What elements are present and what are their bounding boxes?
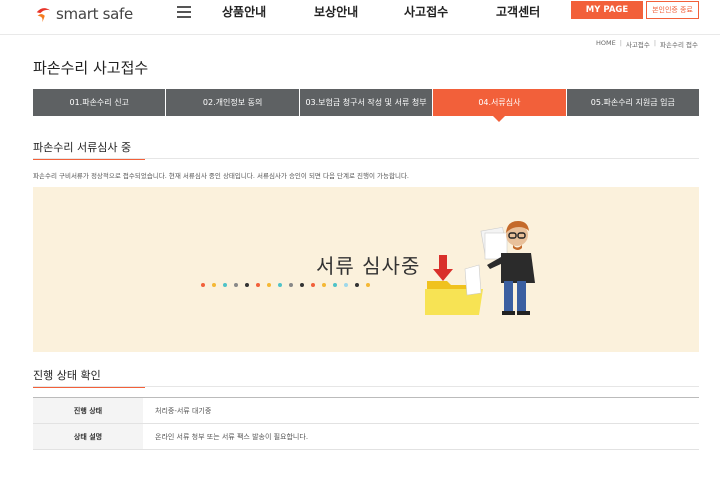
logo[interactable]: smart safe <box>34 4 133 24</box>
header-divider <box>0 34 720 35</box>
progress-dot <box>355 283 359 287</box>
table-row: 상태 설명 온라인 서류 청부 또는 서류 팩스 발송이 필요합니다. <box>33 424 699 450</box>
progress-dot <box>267 283 271 287</box>
step-2: 02.개인정보 동의 <box>166 89 300 116</box>
breadcrumb-current: 파손수리 접수 <box>660 41 698 49</box>
nav-accident-report[interactable]: 사고접수 <box>404 3 448 20</box>
row-label: 진행 상태 <box>33 398 143 423</box>
progress-dot <box>366 283 370 287</box>
breadcrumb-accident[interactable]: 사고접수 <box>626 39 650 49</box>
progress-dot <box>223 283 227 287</box>
section-divider <box>33 158 699 159</box>
review-section-title-text: 파손수리 서류심사 중 <box>33 141 132 154</box>
header: smart safe 상품안내 보상안내 사고접수 고객센터 MY PAGE 본… <box>0 0 720 34</box>
mypage-button[interactable]: MY PAGE <box>571 1 643 19</box>
step-navigation: 01.파손수리 신고 02.개인정보 동의 03.보험금 청구서 작성 및 서류… <box>33 89 700 122</box>
progress-dot <box>300 283 304 287</box>
breadcrumb: HOME | 사고접수 | 파손수리 접수 <box>596 39 698 49</box>
step-4-active: 04.서류심사 <box>433 89 567 122</box>
progress-dot <box>201 283 205 287</box>
table-row: 진행 상태 처리중-서류 대기중 <box>33 398 699 424</box>
breadcrumb-separator: | <box>619 39 622 47</box>
progress-dot <box>289 283 293 287</box>
breadcrumb-home[interactable]: HOME <box>596 39 616 49</box>
nav-customer-center[interactable]: 고객센터 <box>496 3 540 20</box>
progress-dot <box>322 283 326 287</box>
logo-text: smart safe <box>56 5 133 23</box>
progress-dot <box>311 283 315 287</box>
progress-dot <box>212 283 216 287</box>
person-icon <box>480 221 535 315</box>
progress-dot <box>256 283 260 287</box>
review-description: 파손수리 구비서류가 정상적으로 접수되었습니다. 현재 서류심사 중인 상태입… <box>33 172 409 180</box>
sk-logo-icon <box>36 8 51 23</box>
step-1: 01.파손수리 신고 <box>33 89 167 116</box>
nav-compensation[interactable]: 보상안내 <box>314 3 358 20</box>
progress-dot <box>245 283 249 287</box>
progress-dot <box>333 283 337 287</box>
nav-products[interactable]: 상품안내 <box>222 3 266 20</box>
row-value: 처리중-서류 대기중 <box>155 406 212 415</box>
logout-button[interactable]: 본인인증 종료 <box>646 1 699 19</box>
status-section-title: 진행 상태 확인 <box>33 367 145 388</box>
breadcrumb-separator: | <box>653 39 657 47</box>
illustration-text: 서류 심사중 <box>316 254 421 278</box>
status-table: 진행 상태 처리중-서류 대기중 상태 설명 온라인 서류 청부 또는 서류 팩… <box>33 397 699 450</box>
progress-dot <box>344 283 348 287</box>
progress-dots <box>201 283 370 287</box>
row-label: 상태 설명 <box>33 424 143 449</box>
review-illustration: 서류 심사중 <box>33 187 699 352</box>
step-3: 03.보험금 청구서 작성 및 서류 청부 <box>299 89 434 116</box>
page-title: 파손수리 사고접수 <box>33 59 149 77</box>
status-section-title-text: 진행 상태 확인 <box>33 369 101 382</box>
step-5: 05.파손수리 지원금 입금 <box>566 89 700 116</box>
menu-icon[interactable] <box>177 6 191 18</box>
progress-dot <box>234 283 238 287</box>
section-divider <box>33 386 699 387</box>
row-value: 온라인 서류 청부 또는 서류 팩스 발송이 필요합니다. <box>155 432 309 441</box>
review-section-title: 파손수리 서류심사 중 <box>33 139 145 160</box>
progress-dot <box>278 283 282 287</box>
